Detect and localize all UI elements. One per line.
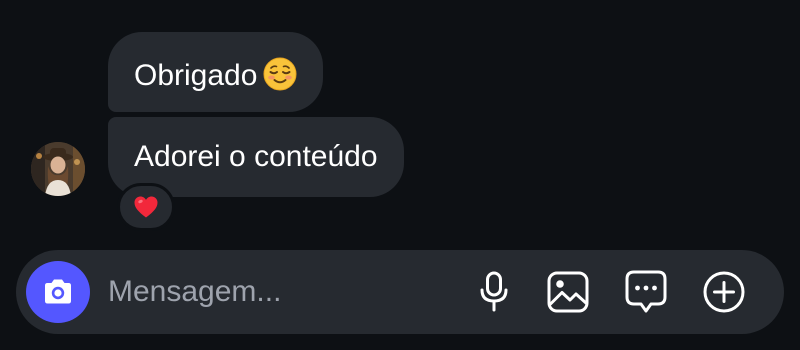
avatar[interactable] <box>31 142 85 196</box>
message-bubble[interactable]: Obrigado <box>108 32 324 112</box>
relieved-face-emoji <box>263 57 297 91</box>
gallery-icon <box>547 271 589 313</box>
message-input[interactable] <box>108 271 448 313</box>
avatar-photo <box>31 142 85 196</box>
message-text: Obrigado <box>134 59 258 92</box>
camera-icon <box>45 279 71 304</box>
sticker-message-button[interactable] <box>622 268 670 316</box>
red-heart-emoji <box>134 196 158 218</box>
message-reaction[interactable] <box>117 183 175 231</box>
message-composer <box>16 250 784 334</box>
gallery-button[interactable] <box>544 268 592 316</box>
camera-button[interactable] <box>26 261 90 323</box>
chat-screen: Obrigado Adorei o conteúdo Mensagem... <box>0 0 800 350</box>
plus-circle-icon <box>703 271 745 313</box>
add-button[interactable] <box>700 268 748 316</box>
message-text: Adorei o conteúdo <box>134 140 378 173</box>
microphone-button[interactable] <box>470 268 518 316</box>
microphone-icon <box>480 271 508 312</box>
sticker-message-icon <box>625 270 667 313</box>
